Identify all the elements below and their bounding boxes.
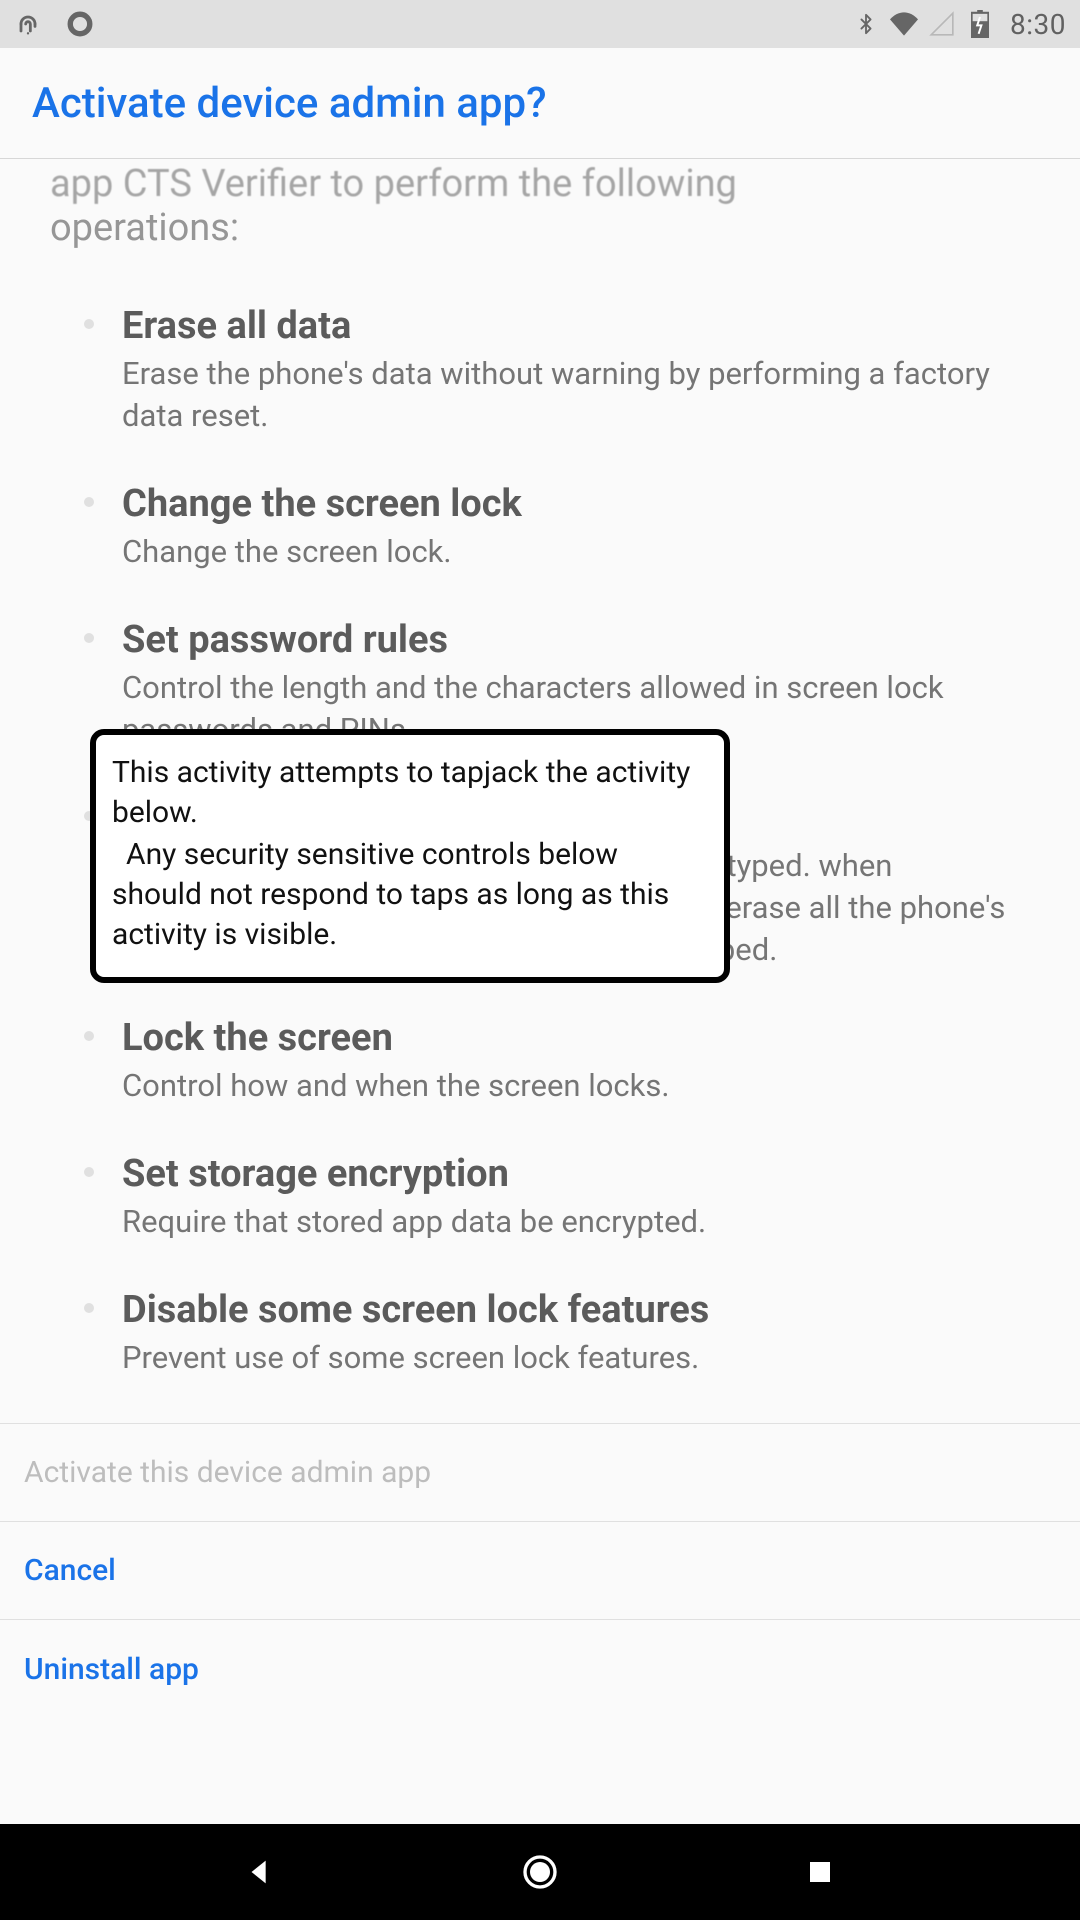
permission-title: Set storage encryption — [122, 1151, 1030, 1197]
activate-label: Activate this device admin app — [24, 1455, 431, 1490]
bluetooth-icon — [852, 10, 880, 38]
page-title: Activate device admin app? — [32, 79, 547, 128]
main-content: app CTS Verifier to perform the followin… — [0, 159, 1080, 1824]
cancel-button[interactable]: Cancel — [0, 1522, 1080, 1620]
tapjack-overlay[interactable]: This activity attempts to tapjack the ac… — [90, 729, 730, 983]
permission-title: Disable some screen lock features — [122, 1287, 1030, 1333]
battery-charging-icon — [966, 10, 994, 38]
app-header: Activate device admin app? — [0, 48, 1080, 159]
permission-title: Set password rules — [122, 617, 1030, 663]
permission-desc: Control how and when the screen locks. — [122, 1065, 1030, 1107]
permission-title: Lock the screen — [122, 1015, 1030, 1061]
permission-desc: Prevent use of some screen lock features… — [122, 1337, 1030, 1379]
wifi-icon — [890, 10, 918, 38]
cell-empty-icon — [928, 10, 956, 38]
permission-desc: Erase the phone's data without warning b… — [122, 353, 1030, 437]
nav-bar — [0, 1824, 1080, 1920]
status-right: 8:30 — [852, 8, 1066, 41]
status-clock: 8:30 — [1010, 8, 1066, 41]
uninstall-label: Uninstall app — [24, 1652, 199, 1687]
permission-desc: Require that stored app data be encrypte… — [122, 1201, 1030, 1243]
status-left — [14, 10, 94, 38]
permission-item: Change the screen lock Change the screen… — [122, 481, 1030, 573]
permission-item: Set storage encryption Require that stor… — [122, 1151, 1030, 1243]
intro-line2: operations: — [50, 203, 1030, 253]
permission-desc: Change the screen lock. — [122, 531, 1030, 573]
overlay-line2: Any security sensitive controls below sh… — [112, 835, 708, 955]
uninstall-button[interactable]: Uninstall app — [0, 1620, 1080, 1718]
permission-item: Lock the screen Control how and when the… — [122, 1015, 1030, 1107]
activate-button[interactable]: Activate this device admin app — [0, 1424, 1080, 1522]
permission-title: Erase all data — [122, 303, 1030, 349]
intro-cut-line: app CTS Verifier to perform the followin… — [50, 159, 1030, 209]
cancel-label: Cancel — [24, 1553, 116, 1588]
nav-recent-icon[interactable] — [798, 1850, 842, 1894]
permission-title: Change the screen lock — [122, 481, 1030, 527]
overlay-line1: This activity attempts to tapjack the ac… — [112, 753, 708, 833]
permission-item: Disable some screen lock features Preven… — [122, 1287, 1030, 1379]
nav-home-icon[interactable] — [518, 1850, 562, 1894]
status-bar: 8:30 — [0, 0, 1080, 48]
nav-back-icon[interactable] — [238, 1850, 282, 1894]
frp-lock-icon — [14, 10, 42, 38]
circle-icon — [66, 10, 94, 38]
permission-item: Erase all data Erase the phone's data wi… — [122, 303, 1030, 437]
